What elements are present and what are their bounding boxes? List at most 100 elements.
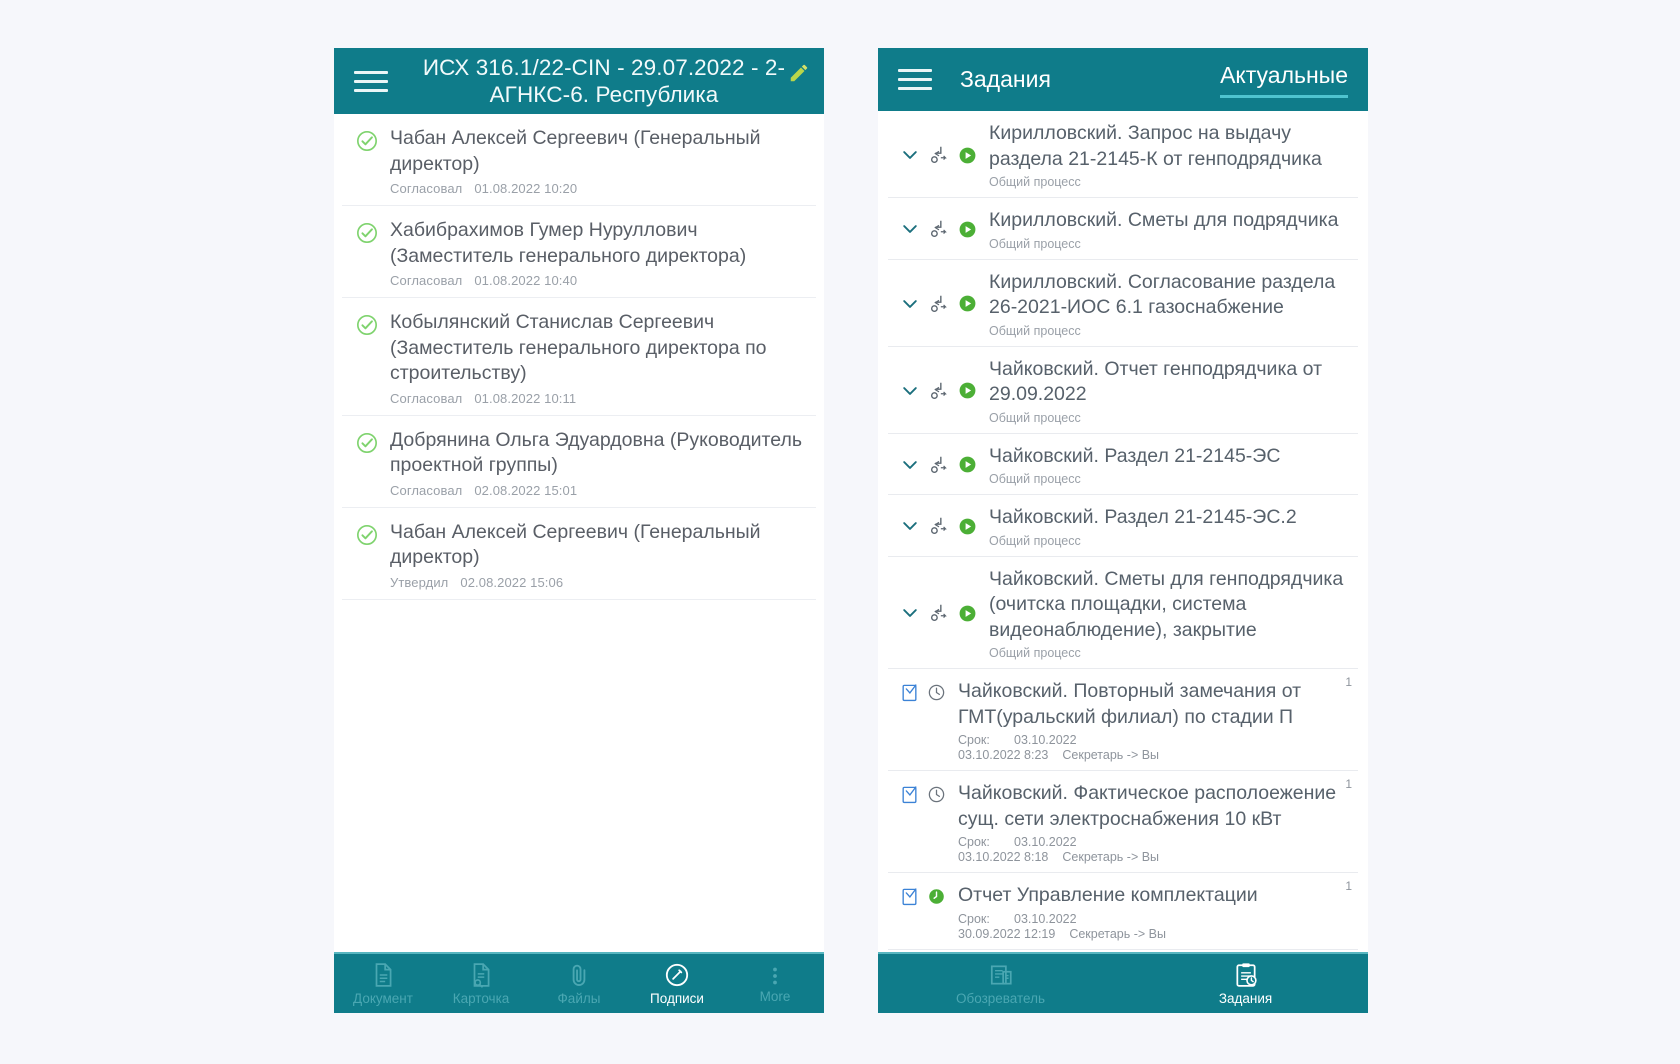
page-title: Задания bbox=[960, 66, 1051, 92]
workflow-icon bbox=[928, 293, 950, 315]
flow-route: Секретарь -> Вы bbox=[1069, 926, 1166, 941]
tasks-bottom-nav: Обозреватель Задания bbox=[878, 952, 1368, 1013]
row-icons bbox=[900, 144, 977, 166]
row-icons bbox=[900, 293, 977, 315]
chevron-down-icon[interactable] bbox=[900, 219, 920, 239]
card-icon bbox=[468, 962, 494, 988]
browser-icon bbox=[988, 962, 1014, 988]
play-icon[interactable] bbox=[958, 294, 977, 313]
signer-name: Чабан Алексей Сергеевич (Генеральный дир… bbox=[390, 520, 761, 569]
play-icon[interactable] bbox=[958, 220, 977, 239]
list-item[interactable]: Чабан Алексей Сергеевич (Генеральный дир… bbox=[342, 114, 816, 206]
clipboard-check-icon[interactable] bbox=[900, 682, 919, 703]
signer-name: Добрянина Ольга Эдуардовна (Руководитель… bbox=[390, 428, 803, 477]
table-row[interactable]: Чайковский. Отчет генподрядчика от 29.09… bbox=[888, 347, 1358, 434]
bottom-nav-document[interactable]: Документ bbox=[334, 962, 432, 1006]
table-row[interactable]: Кирилловский. Сметы для подрядчика Общий… bbox=[888, 198, 1358, 260]
document-header: ИСХ 316.1/22-CIN - 29.07.2022 - 2-АГНКС-… bbox=[334, 48, 824, 114]
task-title: Чайковский. Отчет генподрядчика от 29.09… bbox=[989, 357, 1323, 406]
table-row[interactable]: вопросы от ПНСК Срок:30.09.2022 30.09.20… bbox=[888, 950, 1358, 953]
check-circle-icon bbox=[356, 130, 378, 152]
task-flow: 03.10.2022 8:18 Секретарь -> Вы bbox=[958, 850, 1346, 864]
signature-action: Согласовал bbox=[390, 482, 463, 498]
list-item[interactable]: Добрянина Ольга Эдуардовна (Руководитель… bbox=[342, 416, 816, 508]
hamburger-icon[interactable] bbox=[898, 67, 932, 93]
task-title: Чайковский. Сметы для генподрядчика (очи… bbox=[989, 567, 1344, 641]
workflow-icon bbox=[928, 218, 950, 240]
list-item[interactable]: Хабибрахимов Гумер Нуруллович (Заместите… bbox=[342, 206, 816, 298]
play-icon[interactable] bbox=[958, 146, 977, 165]
chevron-down-icon[interactable] bbox=[900, 294, 920, 314]
row-icons bbox=[900, 679, 946, 703]
row-icons bbox=[900, 515, 977, 537]
document-icon bbox=[370, 962, 396, 988]
flow-datetime: 30.09.2022 12:19 bbox=[958, 926, 1056, 941]
tasks-icon bbox=[1233, 962, 1259, 988]
task-subtitle: Общий процесс bbox=[989, 175, 1081, 189]
play-icon[interactable] bbox=[958, 381, 977, 400]
workflow-icon bbox=[928, 454, 950, 476]
tasks-screen: Задания Актуальные Кирилловский. Запрос … bbox=[878, 48, 1368, 1013]
signature-meta: Согласовал 01.08.2022 10:20 bbox=[390, 181, 802, 196]
chevron-down-icon[interactable] bbox=[900, 516, 920, 536]
bottom-nav-card[interactable]: Карточка bbox=[432, 962, 530, 1006]
bottom-nav-tasks[interactable]: Задания bbox=[1123, 962, 1368, 1006]
bottom-nav-files[interactable]: Файлы bbox=[530, 962, 628, 1006]
play-icon[interactable] bbox=[958, 604, 977, 623]
task-subtitle: Общий процесс bbox=[989, 236, 1081, 251]
signatures-list: Чабан Алексей Сергеевич (Генеральный дир… bbox=[334, 114, 824, 952]
bottom-nav-signatures[interactable]: Подписи bbox=[628, 962, 726, 1006]
clipboard-check-icon[interactable] bbox=[900, 784, 919, 805]
task-title: Отчет Управление комплектации bbox=[958, 884, 1258, 906]
bottom-nav-label: Задания bbox=[1218, 990, 1273, 1006]
clipboard-check-icon[interactable] bbox=[900, 886, 919, 907]
signature-datetime: 02.08.2022 15:01 bbox=[474, 482, 578, 498]
task-count-badge: 1 bbox=[1345, 675, 1352, 689]
task-due: Срок: 03.10.2022 bbox=[958, 912, 1346, 926]
chevron-down-icon[interactable] bbox=[900, 381, 920, 401]
signature-icon bbox=[664, 962, 690, 988]
row-icons bbox=[900, 883, 946, 907]
task-subtitle: Общий процесс bbox=[989, 472, 1081, 486]
clock-outline-icon bbox=[927, 683, 946, 702]
task-subtitle: Общий процесс bbox=[989, 646, 1081, 660]
check-circle-icon bbox=[356, 432, 378, 454]
table-row[interactable]: Чайковский. Фактическое располоежение су… bbox=[888, 771, 1358, 873]
list-item[interactable]: Чабан Алексей Сергеевич (Генеральный дир… bbox=[342, 508, 816, 600]
hamburger-icon[interactable] bbox=[354, 68, 388, 94]
chevron-down-icon[interactable] bbox=[900, 145, 920, 165]
bottom-nav-more[interactable]: More bbox=[726, 964, 824, 1004]
list-item[interactable]: Кобылянский Станислав Сергеевич (Замести… bbox=[342, 298, 816, 416]
table-row[interactable]: Чайковский. Раздел 21-2145-ЭС.2 Общий пр… bbox=[888, 495, 1358, 557]
task-count-badge: 1 bbox=[1345, 777, 1352, 791]
signature-action: Согласовал bbox=[390, 181, 463, 196]
tab-actual[interactable]: Актуальные bbox=[1220, 62, 1348, 98]
bottom-nav-label: Карточка bbox=[452, 990, 510, 1006]
bottom-nav-browser[interactable]: Обозреватель bbox=[878, 962, 1123, 1006]
signature-action: Согласовал bbox=[390, 390, 463, 406]
play-icon[interactable] bbox=[958, 455, 977, 474]
pencil-icon[interactable] bbox=[788, 62, 810, 84]
chevron-down-icon[interactable] bbox=[900, 455, 920, 475]
clock-outline-icon bbox=[927, 785, 946, 804]
flow-datetime: 03.10.2022 8:18 bbox=[958, 850, 1049, 864]
table-row[interactable]: Отчет Управление комплектации Срок: 03.10… bbox=[888, 873, 1358, 950]
paperclip-icon bbox=[566, 962, 592, 988]
row-icons bbox=[900, 602, 977, 624]
table-row[interactable]: Кирилловский. Согласование раздела 26-20… bbox=[888, 260, 1358, 347]
table-row[interactable]: Чайковский. Сметы для генподрядчика (очи… bbox=[888, 557, 1358, 669]
row-icons bbox=[900, 218, 977, 240]
task-title: Чайковский. Фактическое располоежение су… bbox=[958, 782, 1337, 830]
task-title: Кирилловский. Сметы для подрядчика bbox=[989, 209, 1339, 231]
chevron-down-icon[interactable] bbox=[900, 603, 920, 623]
table-row[interactable]: Кирилловский. Запрос на выдачу раздела 2… bbox=[888, 111, 1358, 198]
signature-datetime: 02.08.2022 15:06 bbox=[460, 574, 564, 590]
signer-name: Хабибрахимов Гумер Нуруллович (Заместите… bbox=[390, 219, 747, 267]
workflow-icon bbox=[928, 380, 950, 402]
play-icon[interactable] bbox=[958, 517, 977, 536]
task-subtitle: Общий процесс bbox=[989, 410, 1081, 425]
workflow-icon bbox=[928, 515, 950, 537]
table-row[interactable]: Чайковский. Повторный замечания от ГМТ(у… bbox=[888, 669, 1358, 771]
table-row[interactable]: Чайковский. Раздел 21-2145-ЭС Общий проц… bbox=[888, 434, 1358, 495]
check-circle-icon bbox=[356, 524, 378, 546]
